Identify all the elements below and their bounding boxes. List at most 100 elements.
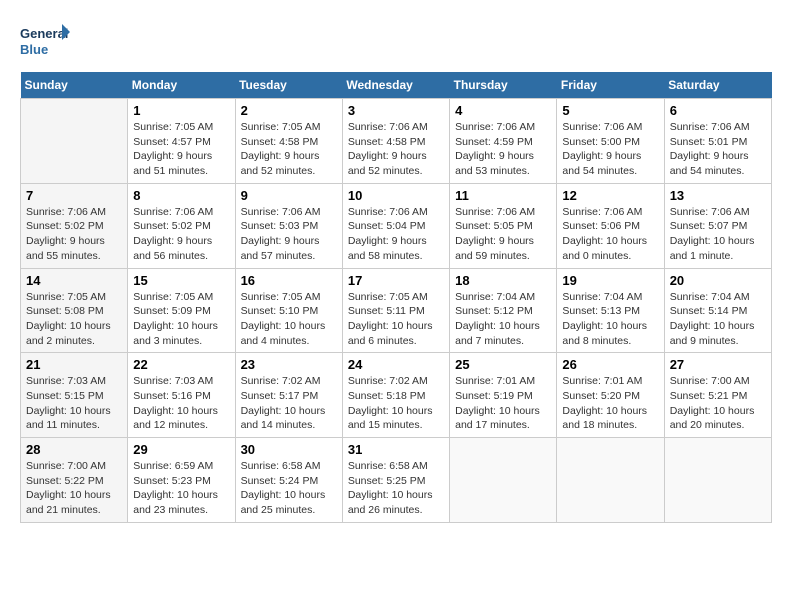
day-info: Sunrise: 7:06 AMSunset: 5:03 PMDaylight:… (241, 205, 337, 264)
calendar-cell: 2 Sunrise: 7:05 AMSunset: 4:58 PMDaylight… (235, 99, 342, 184)
day-number: 20 (670, 273, 766, 288)
calendar-cell: 8 Sunrise: 7:06 AMSunset: 5:02 PMDaylight… (128, 183, 235, 268)
calendar-body: 1Sunrise: 7:05 AMSunset: 4:57 PMDaylight… (21, 99, 772, 523)
day-number: 23 (241, 357, 337, 372)
day-info: Sunrise: 7:03 AMSunset: 5:15 PMDaylight:… (26, 374, 122, 433)
day-number: 18 (455, 273, 551, 288)
day-number: 28 (26, 442, 122, 457)
calendar-cell: 25 Sunrise: 7:01 AMSunset: 5:19 PMDayligh… (450, 353, 557, 438)
svg-text:General: General (20, 26, 68, 41)
calendar-cell (450, 438, 557, 523)
day-info: Sunrise: 7:06 AMSunset: 5:02 PMDaylight:… (133, 205, 229, 264)
calendar-cell: 19 Sunrise: 7:04 AMSunset: 5:13 PMDayligh… (557, 268, 664, 353)
day-info: Sunrise: 7:06 AMSunset: 5:06 PMDaylight:… (562, 205, 658, 264)
day-info: Sunrise: 7:04 AMSunset: 5:13 PMDaylight:… (562, 290, 658, 349)
calendar-cell (664, 438, 771, 523)
calendar-cell: 17Sunrise: 7:05 AMSunset: 5:11 PMDayligh… (342, 268, 449, 353)
day-number: 30 (241, 442, 337, 457)
header-row: SundayMondayTuesdayWednesdayThursdayFrid… (21, 72, 772, 99)
calendar-cell (21, 99, 128, 184)
day-number: 14 (26, 273, 122, 288)
calendar-cell: 21 Sunrise: 7:03 AMSunset: 5:15 PMDayligh… (21, 353, 128, 438)
calendar-table: SundayMondayTuesdayWednesdayThursdayFrid… (20, 72, 772, 523)
day-number: 21 (26, 357, 122, 372)
calendar-cell: 28 Sunrise: 7:00 AMSunset: 5:22 PMDayligh… (21, 438, 128, 523)
day-number: 27 (670, 357, 766, 372)
day-number: 2 (241, 103, 337, 118)
day-info: Sunrise: 7:01 AMSunset: 5:20 PMDaylight:… (562, 374, 658, 433)
day-info: Sunrise: 6:58 AMSunset: 5:24 PMDaylight:… (241, 459, 337, 518)
calendar-cell: 4 Sunrise: 7:06 AMSunset: 4:59 PMDaylight… (450, 99, 557, 184)
weekday-header-friday: Friday (557, 72, 664, 99)
day-info: Sunrise: 7:02 AMSunset: 5:18 PMDaylight:… (348, 374, 444, 433)
calendar-cell: 29 Sunrise: 6:59 AMSunset: 5:23 PMDayligh… (128, 438, 235, 523)
calendar-cell: 18 Sunrise: 7:04 AMSunset: 5:12 PMDayligh… (450, 268, 557, 353)
day-number: 4 (455, 103, 551, 118)
day-info: Sunrise: 7:06 AMSunset: 4:59 PMDaylight:… (455, 120, 551, 179)
day-number: 31 (348, 442, 444, 457)
calendar-week-1: 1Sunrise: 7:05 AMSunset: 4:57 PMDaylight… (21, 99, 772, 184)
calendar-week-2: 7 Sunrise: 7:06 AMSunset: 5:02 PMDaylight… (21, 183, 772, 268)
weekday-header-saturday: Saturday (664, 72, 771, 99)
day-number: 6 (670, 103, 766, 118)
weekday-header-monday: Monday (128, 72, 235, 99)
calendar-cell (557, 438, 664, 523)
day-number: 19 (562, 273, 658, 288)
day-info: Sunrise: 7:06 AMSunset: 4:58 PMDaylight:… (348, 120, 444, 179)
weekday-header-thursday: Thursday (450, 72, 557, 99)
calendar-week-5: 28 Sunrise: 7:00 AMSunset: 5:22 PMDayligh… (21, 438, 772, 523)
day-info: Sunrise: 7:03 AMSunset: 5:16 PMDaylight:… (133, 374, 229, 433)
day-number: 9 (241, 188, 337, 203)
day-info: Sunrise: 6:58 AMSunset: 5:25 PMDaylight:… (348, 459, 444, 518)
calendar-cell: 30 Sunrise: 6:58 AMSunset: 5:24 PMDayligh… (235, 438, 342, 523)
day-info: Sunrise: 7:04 AMSunset: 5:12 PMDaylight:… (455, 290, 551, 349)
calendar-cell: 26Sunrise: 7:01 AMSunset: 5:20 PMDayligh… (557, 353, 664, 438)
calendar-cell: 3 Sunrise: 7:06 AMSunset: 4:58 PMDaylight… (342, 99, 449, 184)
day-number: 22 (133, 357, 229, 372)
day-info: Sunrise: 7:04 AMSunset: 5:14 PMDaylight:… (670, 290, 766, 349)
day-info: Sunrise: 7:05 AMSunset: 5:09 PMDaylight:… (133, 290, 229, 349)
day-info: Sunrise: 7:06 AMSunset: 5:01 PMDaylight:… (670, 120, 766, 179)
day-number: 15 (133, 273, 229, 288)
calendar-cell: 10 Sunrise: 7:06 AMSunset: 5:04 PMDayligh… (342, 183, 449, 268)
calendar-cell: 16 Sunrise: 7:05 AMSunset: 5:10 PMDayligh… (235, 268, 342, 353)
logo-container: General Blue (20, 20, 70, 62)
day-number: 25 (455, 357, 551, 372)
weekday-header-sunday: Sunday (21, 72, 128, 99)
day-info: Sunrise: 7:06 AMSunset: 5:00 PMDaylight:… (562, 120, 658, 179)
calendar-cell: 11Sunrise: 7:06 AMSunset: 5:05 PMDayligh… (450, 183, 557, 268)
svg-text:Blue: Blue (20, 42, 48, 57)
calendar-cell: 15 Sunrise: 7:05 AMSunset: 5:09 PMDayligh… (128, 268, 235, 353)
calendar-cell: 31 Sunrise: 6:58 AMSunset: 5:25 PMDayligh… (342, 438, 449, 523)
day-info: Sunrise: 7:05 AMSunset: 5:10 PMDaylight:… (241, 290, 337, 349)
calendar-cell: 27Sunrise: 7:00 AMSunset: 5:21 PMDayligh… (664, 353, 771, 438)
calendar-cell: 23Sunrise: 7:02 AMSunset: 5:17 PMDayligh… (235, 353, 342, 438)
day-info: Sunrise: 6:59 AMSunset: 5:23 PMDaylight:… (133, 459, 229, 518)
day-number: 16 (241, 273, 337, 288)
calendar-week-4: 21 Sunrise: 7:03 AMSunset: 5:15 PMDayligh… (21, 353, 772, 438)
day-number: 8 (133, 188, 229, 203)
weekday-header-wednesday: Wednesday (342, 72, 449, 99)
calendar-cell: 12 Sunrise: 7:06 AMSunset: 5:06 PMDayligh… (557, 183, 664, 268)
calendar-cell: 1Sunrise: 7:05 AMSunset: 4:57 PMDaylight… (128, 99, 235, 184)
day-info: Sunrise: 7:00 AMSunset: 5:22 PMDaylight:… (26, 459, 122, 518)
day-number: 12 (562, 188, 658, 203)
calendar-cell: 5Sunrise: 7:06 AMSunset: 5:00 PMDaylight… (557, 99, 664, 184)
calendar-cell: 24 Sunrise: 7:02 AMSunset: 5:18 PMDayligh… (342, 353, 449, 438)
day-number: 3 (348, 103, 444, 118)
day-number: 7 (26, 188, 122, 203)
calendar-cell: 9 Sunrise: 7:06 AMSunset: 5:03 PMDaylight… (235, 183, 342, 268)
calendar-cell: 22 Sunrise: 7:03 AMSunset: 5:16 PMDayligh… (128, 353, 235, 438)
page-header: General Blue (20, 20, 772, 62)
day-number: 24 (348, 357, 444, 372)
day-info: Sunrise: 7:06 AMSunset: 5:05 PMDaylight:… (455, 205, 551, 264)
day-number: 29 (133, 442, 229, 457)
calendar-header: SundayMondayTuesdayWednesdayThursdayFrid… (21, 72, 772, 99)
day-info: Sunrise: 7:01 AMSunset: 5:19 PMDaylight:… (455, 374, 551, 433)
day-number: 10 (348, 188, 444, 203)
day-info: Sunrise: 7:06 AMSunset: 5:02 PMDaylight:… (26, 205, 122, 264)
day-info: Sunrise: 7:05 AMSunset: 4:58 PMDaylight:… (241, 120, 337, 179)
day-info: Sunrise: 7:05 AMSunset: 5:11 PMDaylight:… (348, 290, 444, 349)
weekday-header-tuesday: Tuesday (235, 72, 342, 99)
day-info: Sunrise: 7:06 AMSunset: 5:04 PMDaylight:… (348, 205, 444, 264)
